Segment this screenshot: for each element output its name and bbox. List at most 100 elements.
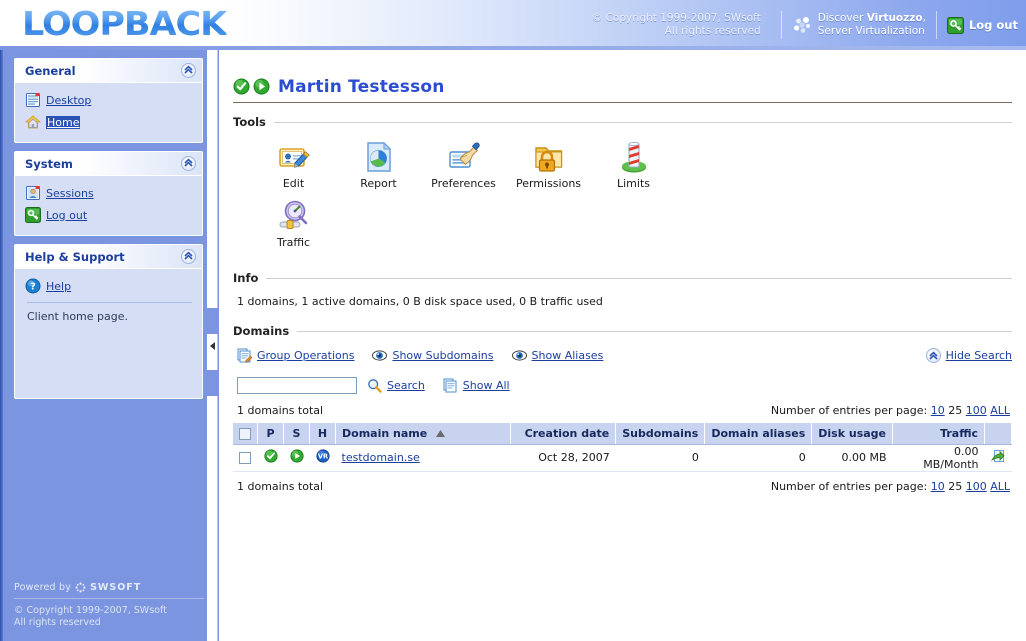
action-group-operations[interactable]: Group Operations — [237, 348, 354, 363]
table-row[interactable]: VR testdomain.se Oct 28, 2007 0 0 0.00 M… — [233, 444, 1012, 472]
tool-limits[interactable]: Limits — [591, 139, 676, 190]
entries-option-100-top[interactable]: 100 — [966, 404, 987, 417]
sidebar-item-home[interactable]: Home — [24, 112, 194, 132]
section-domains-label: Domains — [233, 324, 290, 338]
tool-permissions[interactable]: Permissions — [506, 139, 591, 190]
sidebar-item-help[interactable]: ? Help — [25, 276, 194, 296]
entries-option-100-bottom[interactable]: 100 — [966, 480, 987, 493]
action-show-subdomains[interactable]: Show Subdomains — [372, 348, 494, 363]
chevron-up-icon — [183, 64, 194, 78]
row-domain-name[interactable]: testdomain.se — [335, 444, 511, 472]
action-group-operations-label[interactable]: Group Operations — [257, 349, 354, 362]
table-header-row: P S H Domain name Creation date Subdomai… — [233, 423, 1012, 445]
col-s[interactable]: S — [283, 423, 310, 445]
sidebar-item-logout-label[interactable]: Log out — [46, 209, 87, 222]
tool-edit[interactable]: Edit — [251, 139, 336, 190]
eye-icon — [372, 348, 388, 363]
tool-traffic-label: Traffic — [276, 236, 311, 249]
action-show-aliases-label[interactable]: Show Aliases — [532, 349, 604, 362]
collapse-panel-general-button[interactable] — [181, 63, 196, 78]
row-checkbox[interactable] — [239, 452, 252, 464]
row-traffic: 0.00 MB/Month — [892, 444, 985, 472]
sidebar-help-divider — [27, 302, 192, 303]
virtuozzo-line1-strong: Virtuozzo — [866, 12, 923, 24]
sidebar-panel-help-title: Help & Support — [25, 249, 125, 264]
sidebar-item-help-label[interactable]: Help — [46, 280, 71, 293]
home-icon — [24, 114, 42, 130]
entries-option-10-bottom[interactable]: 10 — [931, 480, 945, 493]
col-p[interactable]: P — [257, 423, 284, 445]
tool-preferences-label: Preferences — [431, 177, 496, 190]
chevron-left-icon — [209, 341, 215, 350]
sidebar-item-logout[interactable]: Log out — [25, 205, 194, 225]
col-domain-name-label: Domain name — [342, 426, 428, 440]
page-header: Martin Testesson — [219, 50, 1026, 98]
col-disk-usage[interactable]: Disk usage — [811, 423, 893, 445]
section-info: Info 1 domains, 1 active domains, 0 B di… — [233, 271, 1012, 312]
virtuozzo-promo[interactable]: Discover Virtuozzo, Server Virtualizatio… — [792, 12, 926, 38]
col-h[interactable]: H — [309, 423, 336, 445]
row-action-cell[interactable] — [984, 444, 1012, 472]
domains-table-head: P S H Domain name Creation date Subdomai… — [233, 423, 1012, 445]
collapse-panel-system-button[interactable] — [181, 156, 196, 171]
status-ok-icon — [263, 449, 278, 466]
header-logout-button[interactable]: Log out — [946, 16, 1018, 34]
search-button[interactable]: Search — [367, 378, 425, 393]
col-subdomains[interactable]: Subdomains — [615, 423, 706, 445]
action-show-aliases[interactable]: Show Aliases — [511, 348, 604, 363]
sidebar-panel-system: System Sessions Log out — [14, 151, 203, 236]
chevron-up-icon — [925, 348, 941, 363]
entries-option-10-top[interactable]: 10 — [931, 404, 945, 417]
sidebar-item-sessions-label[interactable]: Sessions — [46, 187, 94, 200]
sidebar-item-sessions[interactable]: Sessions — [25, 183, 194, 203]
open-site-icon[interactable] — [990, 449, 1006, 467]
sidebar-item-home-label[interactable]: Home — [46, 115, 81, 129]
page-title: Martin Testesson — [278, 76, 445, 97]
col-select-all[interactable] — [233, 423, 258, 445]
sidebar-panel-help-header: Help & Support — [15, 245, 202, 269]
col-domain-name[interactable]: Domain name — [335, 423, 512, 445]
sidebar-footer-copyright: © Copyright 1999-2007, SWsoft All rights… — [14, 605, 204, 629]
row-h-status: VR — [309, 444, 336, 472]
row-select-cell[interactable] — [233, 444, 258, 472]
select-all-checkbox[interactable] — [239, 427, 251, 440]
section-tools-rule — [273, 121, 1012, 123]
col-domain-aliases[interactable]: Domain aliases — [704, 423, 813, 445]
entries-option-all-bottom[interactable]: ALL — [990, 480, 1010, 493]
action-show-subdomains-label[interactable]: Show Subdomains — [392, 349, 493, 362]
header-right-group: © Copyright 1999-2007, SWsoft All rights… — [592, 8, 1018, 42]
search-input[interactable] — [237, 377, 357, 394]
tool-report[interactable]: Report — [336, 139, 421, 190]
section-tools: Tools Edit Report Preferences Permission… — [233, 115, 1012, 257]
col-traffic[interactable]: Traffic — [892, 423, 985, 445]
row-domain-name-link[interactable]: testdomain.se — [342, 451, 420, 464]
search-button-label[interactable]: Search — [387, 379, 425, 392]
entries-option-all-top[interactable]: ALL — [990, 404, 1010, 417]
section-domains-rule — [297, 330, 1012, 332]
show-all-button-label[interactable]: Show All — [463, 379, 510, 392]
sidebar-item-desktop[interactable]: Desktop — [25, 90, 194, 110]
hide-search-button[interactable]: Hide Search — [925, 348, 1012, 363]
sidebar-panel-general-header: General — [15, 59, 202, 83]
hide-search-label[interactable]: Hide Search — [946, 349, 1012, 362]
header-divider-2 — [935, 11, 937, 39]
tool-traffic[interactable]: Traffic — [251, 198, 336, 249]
entries-label-top: Number of entries per page: — [770, 404, 928, 417]
sidebar-collapse-handle[interactable] — [207, 50, 218, 641]
svg-text:VR: VR — [317, 453, 327, 461]
info-text: 1 domains, 1 active domains, 0 B disk sp… — [237, 295, 603, 308]
status-running-icon — [253, 78, 270, 95]
row-p-status — [257, 444, 284, 472]
sidebar: General Desktop Home System Sessions Log… — [0, 50, 212, 641]
tool-preferences[interactable]: Preferences — [421, 139, 506, 190]
powered-by-label: Powered by — [14, 582, 72, 593]
show-all-button[interactable]: Show All — [443, 378, 510, 393]
app-header: LOOPBACK LOOPBACK © Copyright 1999-2007,… — [0, 0, 1026, 50]
header-logout-label: Log out — [968, 18, 1018, 32]
virtuozzo-line2: Server Virtualization — [817, 25, 925, 37]
status-running-icon — [289, 449, 304, 466]
sidebar-item-desktop-label[interactable]: Desktop — [46, 94, 91, 107]
col-creation-date[interactable]: Creation date — [510, 423, 617, 445]
header-divider-1 — [780, 11, 782, 39]
collapse-panel-help-button[interactable] — [181, 249, 196, 264]
